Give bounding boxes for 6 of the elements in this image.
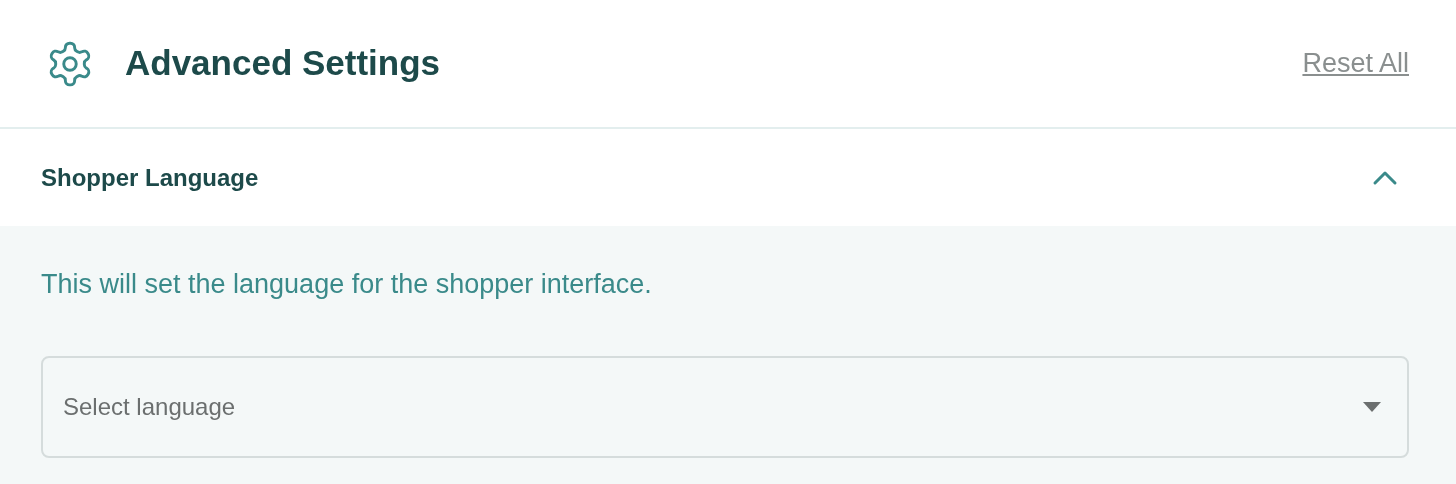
page-title: Advanced Settings xyxy=(125,42,441,85)
dropdown-caret-icon xyxy=(1363,401,1381,412)
language-select[interactable]: Select language xyxy=(41,355,1409,458)
reset-all-link[interactable]: Reset All xyxy=(1302,43,1409,84)
section-header[interactable]: Shopper Language xyxy=(0,129,1456,226)
section-description: This will set the language for the shopper interface. xyxy=(41,268,653,301)
